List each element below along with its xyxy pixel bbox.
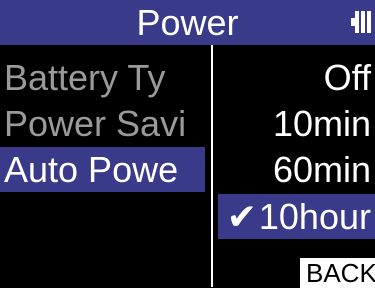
menu-item-auto-power-off[interactable]: Auto Powe (0, 147, 205, 192)
menu-item-power-saving[interactable]: Power Savi (0, 101, 205, 146)
column-divider (211, 45, 213, 287)
option-10hour[interactable]: ✔10hour (218, 194, 375, 239)
option-off[interactable]: Off (324, 55, 371, 100)
battery-icon (351, 11, 375, 33)
menu-item-battery-type[interactable]: Battery Ty (0, 55, 205, 100)
option-10hour-label: 10hour (258, 196, 371, 237)
option-60min[interactable]: 60min (273, 147, 371, 192)
checkmark-icon: ✔ (226, 196, 257, 237)
back-button[interactable]: BACK (300, 258, 375, 288)
option-10min[interactable]: 10min (273, 101, 371, 146)
screen-title: Power (136, 2, 239, 43)
battery-segment (361, 11, 365, 33)
battery-segment (367, 11, 371, 33)
battery-segment (355, 11, 359, 33)
